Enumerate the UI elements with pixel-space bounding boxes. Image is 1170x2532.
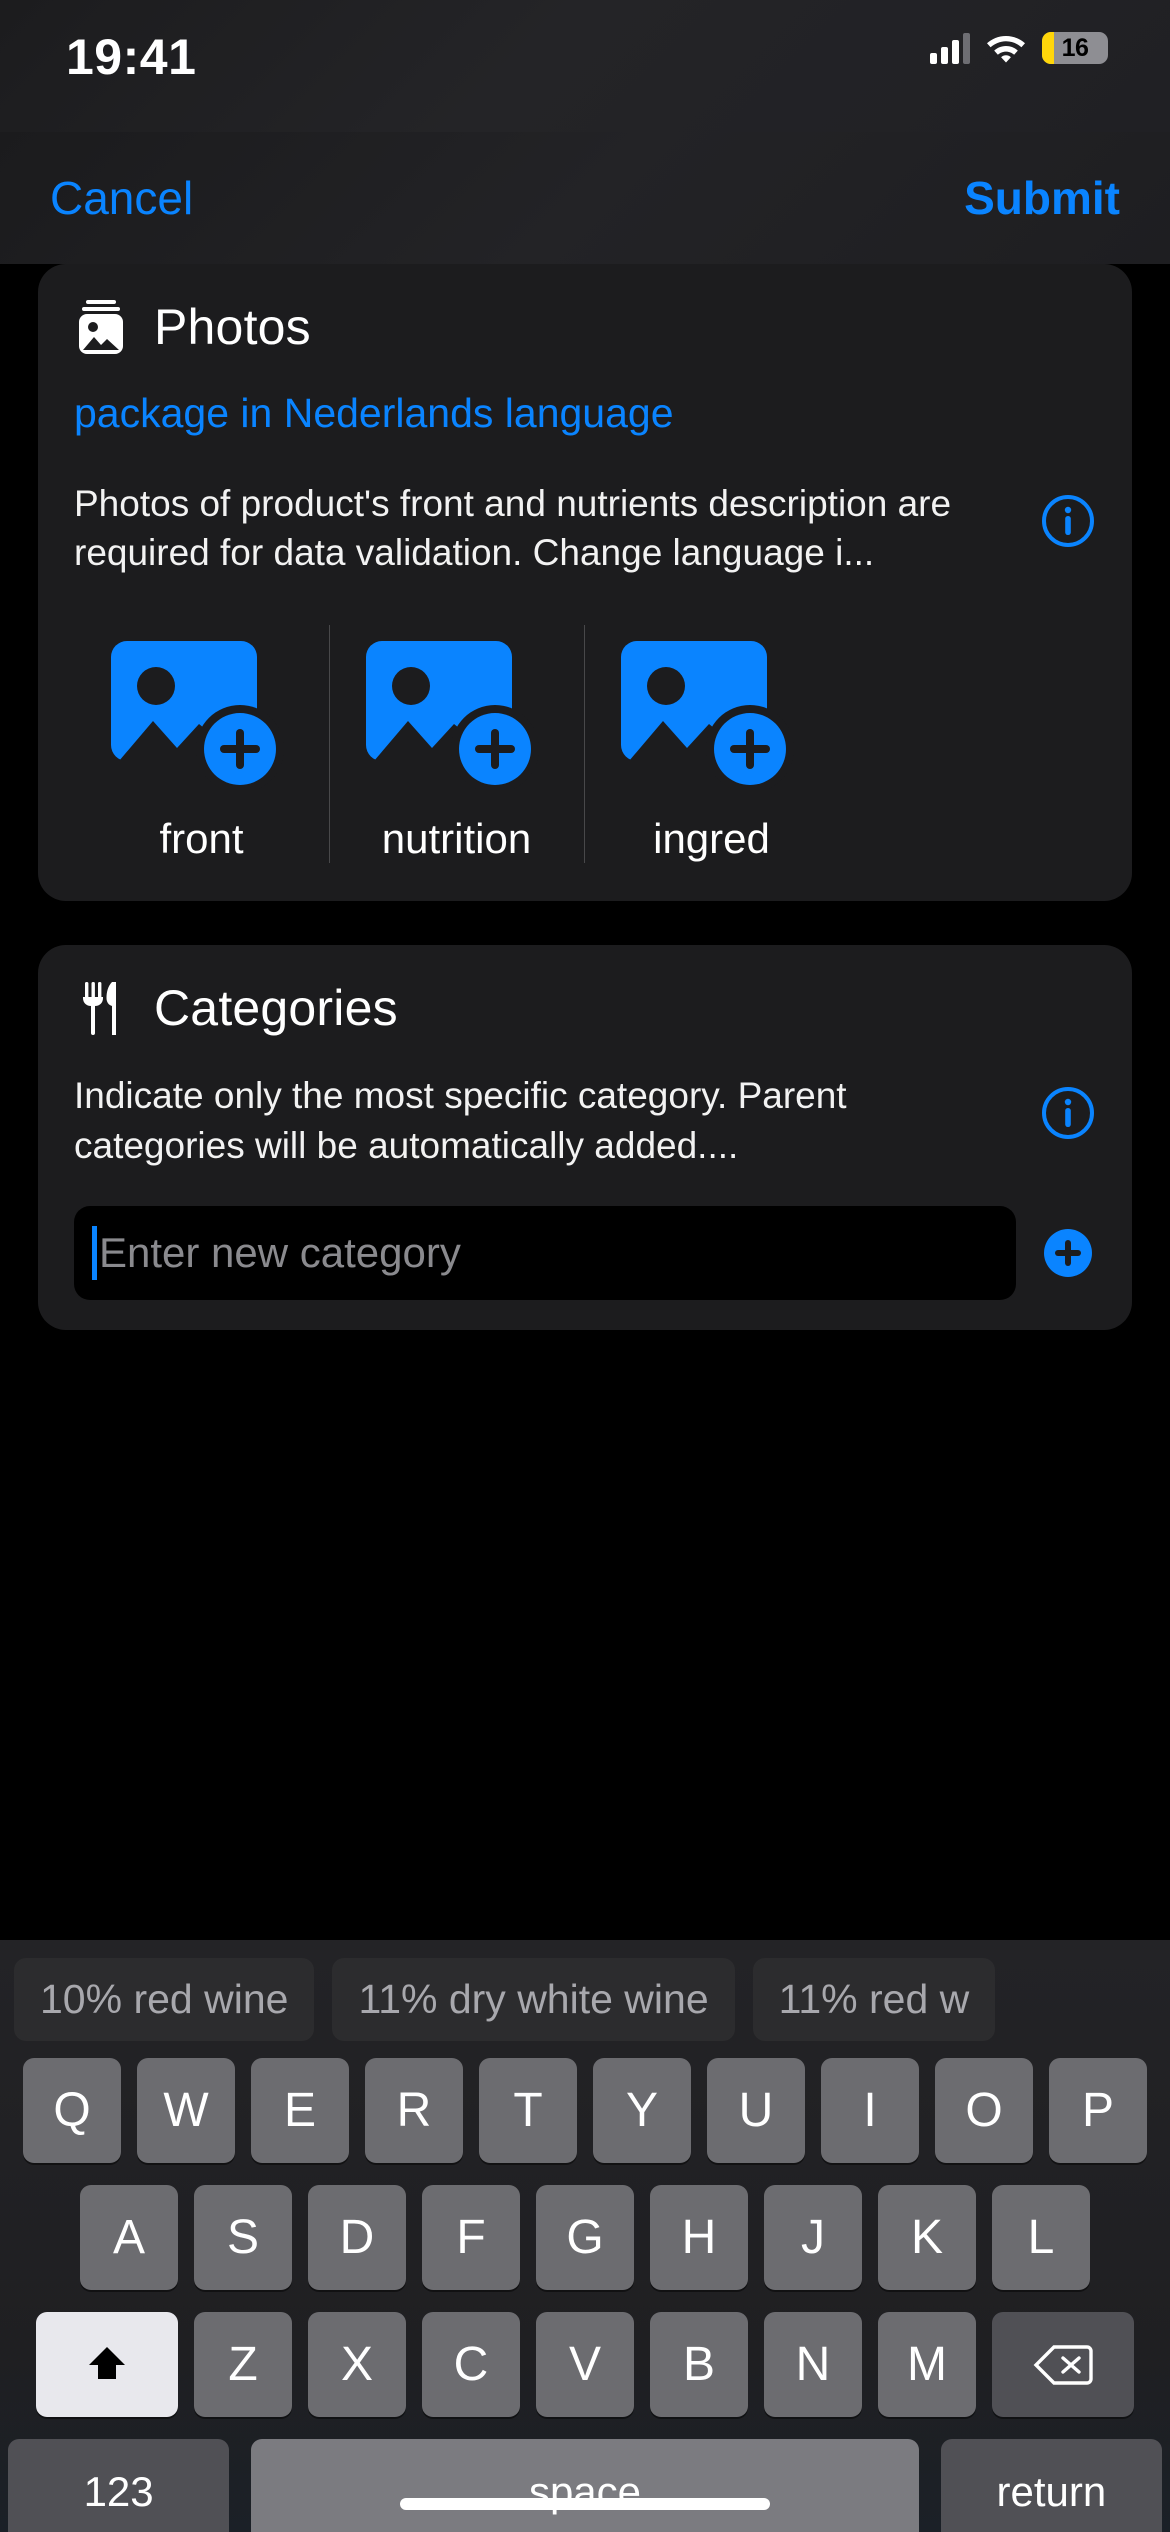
navigation-bar: Cancel Submit — [0, 132, 1170, 264]
key-x[interactable]: X — [308, 2312, 406, 2417]
photo-stack-icon — [79, 300, 123, 354]
form-scroll-area[interactable]: Photos package in Nederlands language Ph… — [0, 264, 1170, 1940]
categories-description-row: Indicate only the most specific category… — [74, 1071, 1096, 1169]
photos-section-header: Photos — [74, 298, 1096, 356]
key-n[interactable]: N — [764, 2312, 862, 2417]
key-q[interactable]: Q — [23, 2058, 121, 2163]
info-circle-icon[interactable] — [1040, 1085, 1096, 1141]
photos-description-text: Photos of product's front and nutrients … — [74, 483, 952, 574]
key-p[interactable]: P — [1049, 2058, 1147, 2163]
fork-knife-icon — [83, 982, 116, 1036]
suggestion-chip[interactable]: 10% red wine — [14, 1957, 315, 2041]
new-category-input[interactable]: Enter new category — [74, 1205, 1016, 1300]
photo-picker-label: ingred — [653, 815, 770, 863]
photo-picker-label: nutrition — [381, 815, 532, 863]
key-b[interactable]: B — [650, 2312, 748, 2417]
key-t[interactable]: T — [479, 2058, 577, 2163]
key-i[interactable]: I — [821, 2058, 919, 2163]
keyboard-row-4: 123 space return — [8, 2439, 1162, 2532]
key-v[interactable]: V — [536, 2312, 634, 2417]
keyboard-keys: Q W E R T Y U I O P A S D F G H J K L Z … — [0, 2058, 1170, 2532]
key-g[interactable]: G — [536, 2185, 634, 2290]
iphone-screen: 19:41 16 Cancel Submit Photos package in… — [0, 0, 1170, 2532]
categories-section-title: Categories — [154, 980, 398, 1037]
photo-picker-row[interactable]: front nutrition ingred — [74, 617, 1096, 871]
photos-description-row: Photos of product's front and nutrients … — [74, 479, 1096, 577]
photo-picker-ingredients[interactable]: ingred — [584, 617, 839, 871]
keyboard-row-3: Z X C V B N M — [8, 2312, 1162, 2417]
photo-add-icon — [621, 641, 794, 790]
plus-circle-icon[interactable] — [1040, 1225, 1096, 1281]
keyboard-row-2: A S D F G H J K L — [8, 2185, 1162, 2290]
cellular-bars-icon — [930, 32, 970, 64]
suggestion-chip[interactable]: 11% dry white wine — [332, 1957, 735, 2041]
categories-description-text: Indicate only the most specific category… — [74, 1075, 847, 1166]
key-r[interactable]: R — [365, 2058, 463, 2163]
suggestion-chip[interactable]: 11% red w — [752, 1957, 996, 2041]
keyboard-row-1: Q W E R T Y U I O P — [8, 2058, 1162, 2163]
photos-section-card: Photos package in Nederlands language Ph… — [38, 264, 1132, 902]
backspace-icon — [1033, 2344, 1093, 2385]
categories-section-card: Categories Indicate only the most specif… — [38, 945, 1132, 1330]
submit-button[interactable]: Submit — [964, 171, 1120, 225]
onscreen-keyboard[interactable]: 10% red wine 11% dry white wine 11% red … — [0, 1940, 1170, 2532]
package-language-link[interactable]: package in Nederlands language — [74, 390, 1096, 437]
key-d[interactable]: D — [308, 2185, 406, 2290]
photo-add-icon — [366, 641, 539, 790]
key-f[interactable]: F — [422, 2185, 520, 2290]
new-category-input-row: Enter new category — [74, 1205, 1096, 1300]
space-key[interactable]: space — [251, 2439, 919, 2532]
key-s[interactable]: S — [194, 2185, 292, 2290]
wifi-icon — [987, 36, 1025, 63]
key-k[interactable]: K — [878, 2185, 976, 2290]
new-category-placeholder: Enter new category — [99, 1228, 461, 1276]
key-m[interactable]: M — [878, 2312, 976, 2417]
photo-picker-front[interactable]: front — [74, 617, 329, 871]
photo-picker-nutrition[interactable]: nutrition — [329, 617, 584, 871]
keyboard-suggestion-bar[interactable]: 10% red wine 11% dry white wine 11% red … — [0, 1940, 1170, 2058]
delete-key[interactable] — [992, 2312, 1134, 2417]
home-indicator — [400, 2498, 770, 2510]
return-key[interactable]: return — [940, 2439, 1162, 2532]
key-u[interactable]: U — [707, 2058, 805, 2163]
photo-picker-label: front — [159, 815, 244, 863]
shift-key[interactable] — [36, 2312, 178, 2417]
status-bar-time: 19:41 — [66, 29, 197, 85]
key-a[interactable]: A — [80, 2185, 178, 2290]
cancel-button[interactable]: Cancel — [50, 171, 193, 225]
photos-section-title: Photos — [154, 299, 311, 355]
status-bar: 19:41 16 — [0, 0, 1170, 132]
categories-section-header: Categories — [74, 979, 1096, 1037]
key-o[interactable]: O — [935, 2058, 1033, 2163]
photo-add-icon — [111, 641, 284, 790]
battery-percent-label: 16 — [1061, 33, 1089, 62]
key-j[interactable]: J — [764, 2185, 862, 2290]
key-y[interactable]: Y — [593, 2058, 691, 2163]
numbers-key[interactable]: 123 — [8, 2439, 230, 2532]
key-w[interactable]: W — [137, 2058, 235, 2163]
key-h[interactable]: H — [650, 2185, 748, 2290]
key-z[interactable]: Z — [194, 2312, 292, 2417]
shift-up-icon — [89, 2346, 125, 2379]
key-l[interactable]: L — [992, 2185, 1090, 2290]
key-c[interactable]: C — [422, 2312, 520, 2417]
info-circle-icon[interactable] — [1040, 493, 1096, 549]
key-e[interactable]: E — [251, 2058, 349, 2163]
text-caret — [92, 1225, 97, 1280]
battery-low-power-icon: 16 — [1042, 32, 1108, 64]
status-bar-indicators: 16 — [930, 32, 1108, 64]
